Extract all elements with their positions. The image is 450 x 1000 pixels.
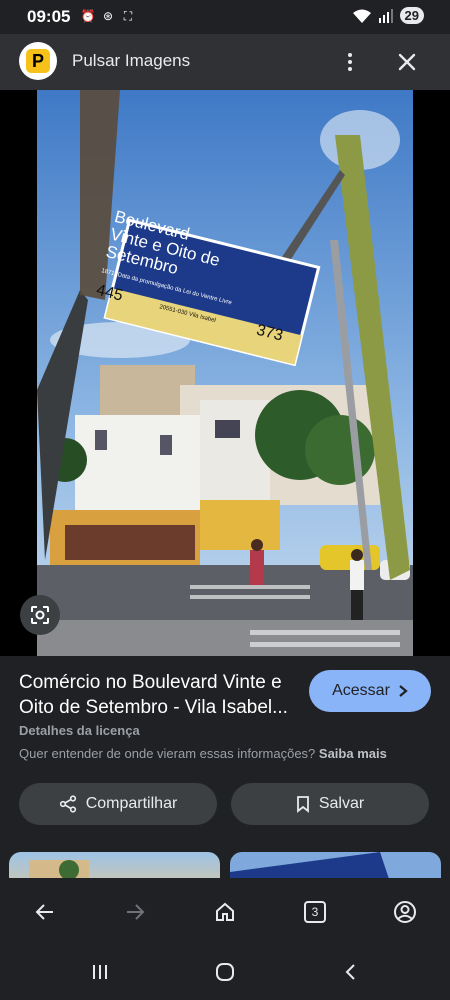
lens-icon bbox=[31, 606, 49, 624]
system-back-button[interactable] bbox=[337, 958, 365, 986]
account-icon bbox=[394, 901, 416, 923]
circle-home-icon bbox=[216, 963, 234, 981]
share-label: Compartilhar bbox=[85, 795, 178, 812]
browser-bottom-nav: 3 bbox=[0, 878, 450, 944]
system-home-button[interactable] bbox=[211, 958, 239, 986]
home-button[interactable] bbox=[210, 897, 240, 927]
logo-letter: P bbox=[26, 49, 50, 73]
acessar-label: Acessar bbox=[332, 682, 390, 699]
close-icon[interactable] bbox=[393, 48, 421, 76]
forward-button[interactable] bbox=[120, 897, 150, 927]
site-title[interactable]: Pulsar Imagens bbox=[72, 51, 190, 71]
home-icon bbox=[216, 902, 234, 921]
image-title[interactable]: Comércio no Boulevard Vinte e Oito de Se… bbox=[19, 670, 299, 720]
related-image-2[interactable] bbox=[230, 852, 441, 878]
account-button[interactable] bbox=[390, 897, 420, 927]
tab-count: 3 bbox=[304, 901, 326, 923]
bookmark-icon bbox=[296, 796, 309, 813]
source-question: Quer entender de onde vieram essas infor… bbox=[19, 746, 316, 761]
system-nav-bar bbox=[0, 944, 450, 1000]
share-button[interactable]: Compartilhar bbox=[19, 783, 217, 825]
battery-level: 29 bbox=[399, 7, 424, 24]
more-options-icon[interactable] bbox=[340, 48, 360, 76]
viewer-header: P Pulsar Imagens bbox=[0, 34, 450, 90]
street-photo: Boulevard Vinte e Oito de Setembro 1871.… bbox=[0, 90, 450, 656]
site-logo: P bbox=[19, 42, 57, 80]
signal-icon bbox=[378, 8, 393, 23]
arrow-right-icon bbox=[127, 904, 145, 920]
save-label: Salvar bbox=[318, 795, 365, 812]
license-details-link[interactable]: Detalhes da licença bbox=[19, 723, 140, 738]
acessar-button[interactable]: Acessar bbox=[309, 670, 431, 712]
status-time: 09:05 bbox=[27, 7, 71, 26]
saiba-mais-link[interactable]: Saiba mais bbox=[319, 746, 387, 761]
chevron-right-icon bbox=[399, 685, 408, 697]
recent-apps-icon bbox=[93, 965, 107, 979]
sync-icon: ⊛ bbox=[102, 9, 114, 23]
share-icon bbox=[59, 795, 76, 813]
related-images-row bbox=[0, 852, 450, 878]
arrow-left-icon bbox=[35, 904, 53, 920]
alarm-icon: ⏰ bbox=[80, 9, 96, 23]
result-image[interactable]: Boulevard Vinte e Oito de Setembro 1871.… bbox=[0, 90, 450, 656]
screenshot-icon: ⛶ bbox=[123, 8, 133, 23]
wifi-icon bbox=[352, 9, 371, 23]
back-button[interactable] bbox=[30, 897, 60, 927]
lens-search-button[interactable] bbox=[20, 595, 60, 635]
chevron-left-icon bbox=[345, 964, 355, 980]
related-image-1[interactable] bbox=[9, 852, 220, 878]
source-info-text: Quer entender de onde vieram essas infor… bbox=[19, 746, 387, 761]
tabs-button[interactable]: 3 bbox=[300, 897, 330, 927]
status-bar: 09:05 ⏰ ⊛ ⛶ 29 bbox=[0, 0, 450, 34]
save-button[interactable]: Salvar bbox=[231, 783, 429, 825]
recent-apps-button[interactable] bbox=[86, 958, 114, 986]
